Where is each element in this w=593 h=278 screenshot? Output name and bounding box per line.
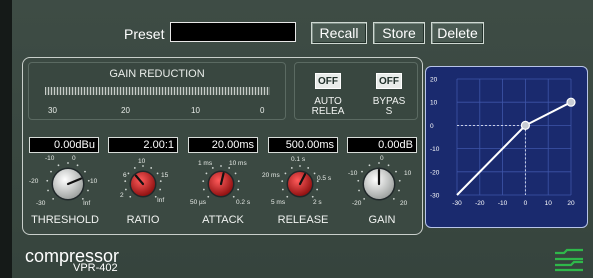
release-label: RELEASE [277, 214, 329, 226]
curve-handle-point [566, 97, 576, 107]
gain-value-field[interactable]: 0.00dB [347, 137, 417, 153]
module-model: VPR-402 [73, 262, 118, 274]
compressor-window: Preset Recall Store Delete GAIN REDUCTIO… [0, 0, 593, 278]
bss-logo-icon [555, 248, 583, 272]
release-scale: 20 ms [262, 172, 280, 179]
x-tick-label: 0 [524, 200, 528, 207]
ratio-scale: 10 [138, 158, 146, 165]
y-tick-label: -30 [430, 193, 440, 200]
ratio-scale: 6 [123, 172, 127, 179]
ratio-label: RATIO [126, 214, 160, 226]
attack-scale: 1 ms [198, 160, 213, 167]
bypass-toggle[interactable]: OFF [376, 73, 402, 89]
attack-knob[interactable] [202, 165, 240, 198]
recall-button[interactable]: Recall [311, 22, 367, 44]
release-scale: 0.5 s [317, 175, 332, 182]
attack-scale: 50 µs [190, 199, 207, 206]
threshold-scale: 10 [90, 178, 98, 185]
x-tick-label: 10 [545, 200, 553, 207]
y-tick-label: 20 [430, 77, 438, 84]
curve-handle-point [520, 120, 531, 131]
gr-tick: 0 [260, 106, 265, 115]
logo-stripe [555, 260, 583, 267]
store-button[interactable]: Store [373, 22, 425, 44]
gain-scale: -10 [348, 170, 358, 177]
x-tick-label: -20 [475, 200, 485, 207]
ratio-scale: 2 [120, 192, 124, 199]
gain-scale: 20 [400, 200, 408, 207]
gr-tick: 30 [48, 106, 57, 115]
attack-value-field[interactable]: 20.00ms [188, 137, 258, 153]
release-scale: 2 s [313, 199, 322, 206]
y-tick-label: -10 [430, 146, 440, 153]
ratio-knob[interactable] [124, 165, 162, 198]
release-scale: 5 ms [271, 199, 286, 206]
x-tick-label: -30 [452, 200, 462, 207]
release-knob[interactable] [281, 165, 319, 198]
threshold-scale: -30 [36, 200, 46, 207]
gain-scale: 0 [380, 155, 384, 162]
logo-stripe [555, 248, 583, 255]
transfer-curve-graph: -30 -20 -10 0 10 20 20 10 0 -10 -20 -30 [425, 66, 588, 228]
auto-release-label-line2: RELEA [311, 106, 345, 117]
gr-tick: 10 [191, 106, 200, 115]
y-tick-label: -20 [430, 169, 440, 176]
y-tick-label: 0 [430, 123, 434, 130]
attack-label: ATTACK [202, 214, 244, 226]
ratio-value-field[interactable]: 2.00:1 [108, 137, 178, 153]
preset-label: Preset [124, 26, 165, 42]
gain-knob[interactable] [357, 162, 401, 201]
gain-label: GAIN [368, 214, 396, 226]
threshold-knob[interactable] [46, 162, 90, 201]
threshold-scale: Inf [83, 200, 91, 207]
auto-release-label: AUTO RELEA [301, 97, 355, 117]
gain-scale: -20 [352, 200, 362, 207]
release-value-field[interactable]: 500.00ms [268, 137, 338, 153]
release-scale: 0.1 s [291, 156, 306, 163]
x-tick-label: -10 [498, 200, 508, 207]
auto-release-toggle[interactable]: OFF [315, 73, 341, 89]
gr-tick: 20 [121, 106, 130, 115]
left-edge-bar [0, 0, 12, 278]
threshold-scale: -10 [45, 155, 55, 162]
y-tick-label: 10 [430, 100, 438, 107]
transfer-curve-chart: -30 -20 -10 0 10 20 20 10 0 -10 -20 -30 [430, 77, 576, 207]
gain-reduction-bar [45, 87, 270, 95]
threshold-label: THRESHOLD [31, 214, 99, 226]
gain-reduction-title: GAIN REDUCTION [109, 68, 205, 80]
x-tick-label: 20 [567, 200, 575, 207]
gain-scale: 10 [404, 170, 412, 177]
ratio-scale: Inf [157, 197, 165, 204]
ratio-scale: 15 [161, 172, 169, 179]
attack-scale: 0.2 s [236, 199, 251, 206]
bypass-label-line2: S [385, 106, 393, 117]
delete-button[interactable]: Delete [431, 22, 484, 44]
bypass-label: BYPAS S [362, 97, 416, 117]
threshold-scale: -20 [29, 178, 39, 185]
preset-input[interactable] [170, 22, 296, 42]
attack-scale: 10 ms [229, 160, 247, 167]
threshold-scale: 0 [72, 155, 76, 162]
threshold-value-field[interactable]: 0.00dBu [29, 137, 99, 153]
